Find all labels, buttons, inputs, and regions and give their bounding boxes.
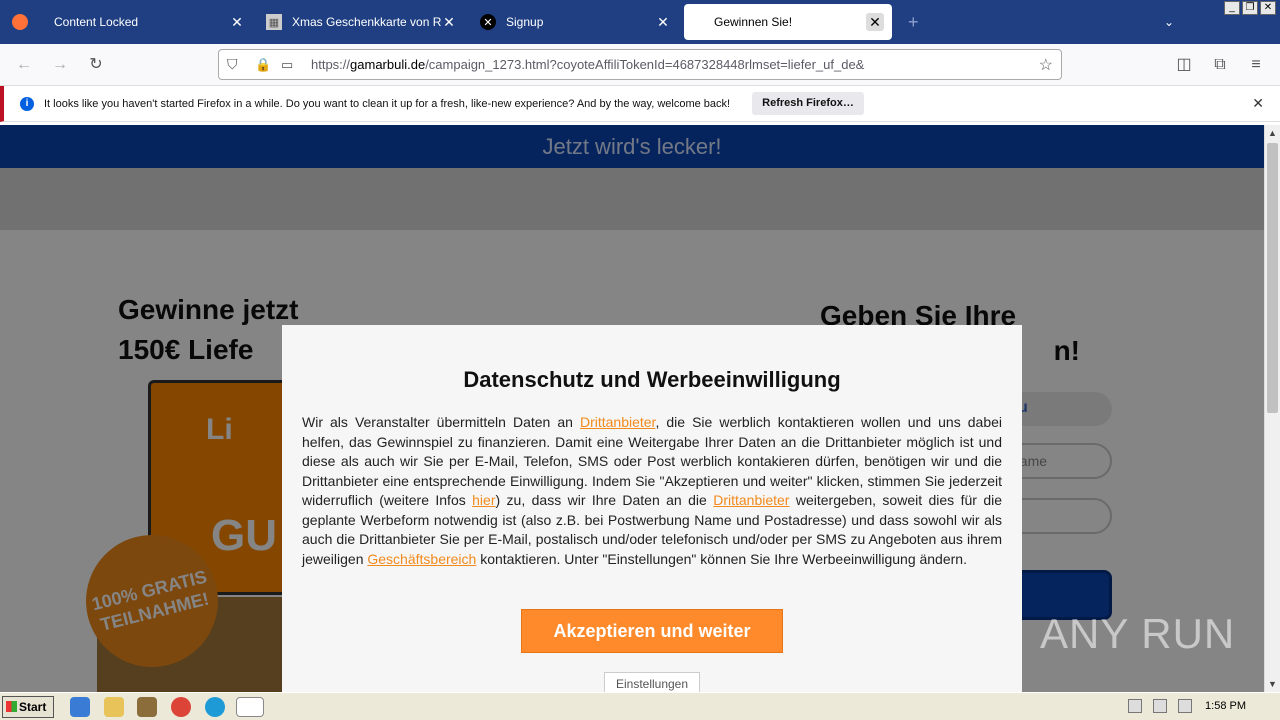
third-party-link[interactable]: Drittanbieter [580,414,655,430]
scroll-down-icon[interactable]: ▼ [1268,679,1277,689]
anyrun-watermark: ANY RUN [1040,610,1236,657]
media-player-icon[interactable] [137,697,157,717]
modal-title: Datenschutz und Werbeeinwilligung [463,367,841,392]
x-logo-icon: ✕ [480,14,496,30]
page-scrollbar[interactable]: ▲ ▼ [1264,125,1280,692]
firefox-icon [12,14,28,30]
firefox-taskbar-icon[interactable] [236,697,264,717]
volume-icon[interactable] [1128,699,1142,713]
close-tab-icon[interactable]: ✕ [228,13,246,31]
consent-text: Wir als Veranstalter übermitteln Daten a… [302,414,1002,567]
tab-title: Gewinnen Sie! [714,15,793,29]
window-controls: _ ❐ ✕ [1224,1,1276,15]
refresh-firefox-button[interactable]: Refresh Firefox… [752,92,864,115]
start-button[interactable]: Start [2,696,54,718]
menu-icon[interactable]: ≡ [1246,55,1266,75]
flag-icon[interactable] [1178,699,1192,713]
tab-content-locked[interactable]: Content Locked ✕ [42,0,254,44]
folder-icon[interactable] [104,697,124,717]
consent-modal: Datenschutz und Werbeeinwilligung Wir al… [282,325,1022,692]
scroll-thumb[interactable] [1267,143,1278,413]
firefox-menu-icon[interactable] [0,0,42,44]
forward-icon[interactable]: → [50,55,70,75]
scroll-up-icon[interactable]: ▲ [1268,128,1277,138]
tab-signup[interactable]: ✕ Signup ✕ [468,0,680,44]
close-notification-icon[interactable]: ✕ [1252,95,1264,112]
back-icon[interactable]: ← [14,55,34,75]
accept-and-continue-button[interactable]: Akzeptieren und weiter [521,609,783,653]
close-tab-icon[interactable]: ✕ [866,13,884,31]
clock: 1:58 PM [1205,700,1246,712]
tab-title: Signup [506,15,544,29]
close-tab-icon[interactable]: ✕ [654,13,672,31]
network-icon[interactable] [1153,699,1167,713]
notification-bar: i It looks like you haven't started Fire… [0,86,1280,122]
tab-bar: Content Locked ✕ ▦ Xmas Geschenkkarte vo… [0,0,1280,44]
lock-icon[interactable]: 🔒 [255,57,273,73]
nav-bar: ← → ↻ ⛉ 🔒 ▭ https://gamarbuli.de/campaig… [0,44,1280,86]
more-info-link[interactable]: hier [472,492,495,508]
settings-button[interactable]: Einstellungen [604,672,700,692]
ie-icon[interactable] [70,697,90,717]
web-page: Jetzt wird's lecker! Gewinne jetzt 150€ … [0,125,1264,692]
permissions-icon[interactable]: ▭ [281,57,299,73]
pocket-icon[interactable]: ◫ [1174,55,1194,75]
edge-icon[interactable] [205,697,225,717]
notification-message: It looks like you haven't started Firefo… [44,97,731,110]
windows-logo-icon [6,701,17,712]
minimize-icon[interactable]: _ [1224,1,1240,15]
new-tab-button[interactable]: + [896,0,926,44]
tab-title: Xmas Geschenkkarte von Rossm [292,15,442,29]
tab-xmas[interactable]: ▦ Xmas Geschenkkarte von Rossm ✕ [254,0,466,44]
tab-gewinnen[interactable]: Gewinnen Sie! ✕ [684,4,892,40]
close-tab-icon[interactable]: ✕ [440,13,458,31]
gift-icon: ▦ [266,14,282,30]
tab-list-chevron-icon[interactable]: ⌄ [1152,0,1182,44]
third-party-link-2[interactable]: Drittanbieter [713,492,789,508]
shield-icon[interactable]: ⛉ [227,56,245,73]
business-area-link[interactable]: Geschäftsbereich [367,551,476,567]
restore-icon[interactable]: ❐ [1242,1,1258,15]
info-icon: i [20,96,34,111]
close-window-icon[interactable]: ✕ [1260,1,1276,15]
reload-icon[interactable]: ↻ [86,55,106,75]
taskbar: Start 1:58 PM [0,692,1280,720]
tab-title: Content Locked [54,15,139,29]
bookmark-star-icon[interactable]: ☆ [1039,55,1053,75]
url-bar[interactable]: ⛉ 🔒 ▭ https://gamarbuli.de/campaign_1273… [218,49,1062,80]
url-text: https://gamarbuli.de/campaign_1273.html?… [311,57,865,72]
extensions-icon[interactable]: ⧉ [1210,55,1230,75]
chrome-icon[interactable] [171,697,191,717]
